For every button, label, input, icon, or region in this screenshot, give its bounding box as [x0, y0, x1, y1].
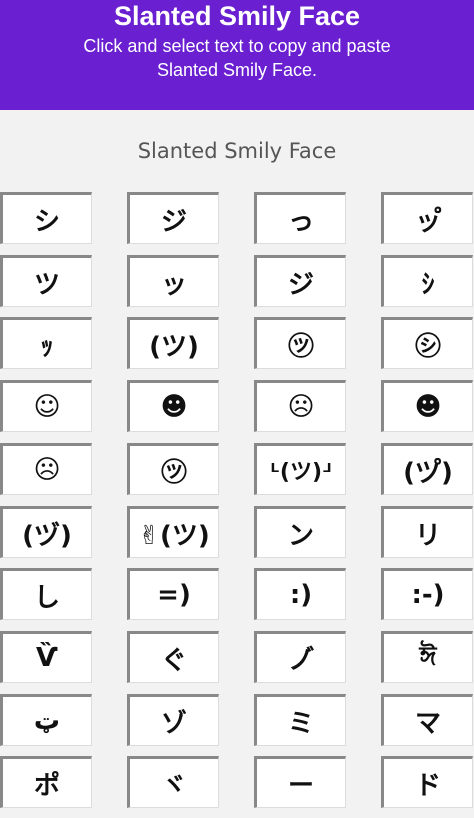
- face-cell-r10-c1[interactable]: ポ: [0, 756, 92, 808]
- face-cell-r2-c2[interactable]: ッ: [127, 255, 219, 307]
- face-cell-r7-c4[interactable]: :-): [381, 568, 473, 620]
- face-cell-r7-c2[interactable]: =): [127, 568, 219, 620]
- face-cell-r2-c1[interactable]: ツ: [0, 255, 92, 307]
- face-cell-r8-c1[interactable]: Ѷ: [0, 631, 92, 683]
- face-cell-r9-c3[interactable]: ミ: [254, 694, 346, 746]
- face-cell-r4-c1[interactable]: ☺: [0, 380, 92, 432]
- header-subtitle-line-2: Slanted Smily Face.: [156, 60, 318, 80]
- face-cell-r10-c3[interactable]: ー: [254, 756, 346, 808]
- face-cell-r2-c4[interactable]: ｼ: [381, 255, 473, 307]
- face-cell-r3-c1[interactable]: ｯ: [0, 317, 92, 369]
- face-cell-r5-c3[interactable]: ᒻ(ツ)ᒽ: [254, 443, 346, 495]
- face-cell-r3-c4[interactable]: ㋛: [381, 317, 473, 369]
- face-cell-r4-c3[interactable]: ☹: [254, 380, 346, 432]
- face-cell-r7-c3[interactable]: :): [254, 568, 346, 620]
- face-cell-r4-c2[interactable]: ☻: [127, 380, 219, 432]
- page-header: Slanted Smily Face Click and select text…: [0, 0, 474, 110]
- face-cell-r8-c3[interactable]: ノ゙: [254, 631, 346, 683]
- face-cell-r8-c4[interactable]: ঈ: [381, 631, 473, 683]
- face-cell-r5-c4[interactable]: (ツ゚): [381, 443, 473, 495]
- header-subtitle-line-1: Click and select text to copy and paste: [83, 36, 391, 56]
- face-cell-r6-c2[interactable]: ✌(ツ): [127, 506, 219, 558]
- face-cell-r10-c2[interactable]: ヾ: [127, 756, 219, 808]
- face-cell-r9-c4[interactable]: マ: [381, 694, 473, 746]
- face-cell-r5-c2[interactable]: ㋡: [127, 443, 219, 495]
- face-cell-r1-c4[interactable]: ッ゚: [381, 192, 473, 244]
- face-cell-r9-c2[interactable]: ゾ: [127, 694, 219, 746]
- section-title: Slanted Smily Face: [137, 139, 337, 163]
- face-cell-r2-c3[interactable]: ジ: [254, 255, 346, 307]
- face-cell-r6-c1[interactable]: (ヅ): [0, 506, 92, 558]
- face-cell-r6-c3[interactable]: ン: [254, 506, 346, 558]
- face-cell-r8-c2[interactable]: ぐ: [127, 631, 219, 683]
- header-subtitle: Click and select text to copy and paste …: [0, 34, 474, 82]
- face-cell-r9-c1[interactable]: ټ: [0, 694, 92, 746]
- face-cell-r7-c1[interactable]: し: [0, 568, 92, 620]
- face-cell-r6-c4[interactable]: リ: [381, 506, 473, 558]
- face-cell-r5-c1[interactable]: ☹: [0, 443, 92, 495]
- face-cell-r3-c3[interactable]: ㋡: [254, 317, 346, 369]
- face-cell-r1-c1[interactable]: シ: [0, 192, 92, 244]
- face-cell-r1-c2[interactable]: ジ: [127, 192, 219, 244]
- face-cell-r4-c4[interactable]: ☻: [381, 380, 473, 432]
- face-cell-r3-c2[interactable]: (ツ): [127, 317, 219, 369]
- face-cell-r10-c4[interactable]: ド: [381, 756, 473, 808]
- face-cell-r1-c3[interactable]: っ: [254, 192, 346, 244]
- header-title: Slanted Smily Face: [113, 1, 361, 31]
